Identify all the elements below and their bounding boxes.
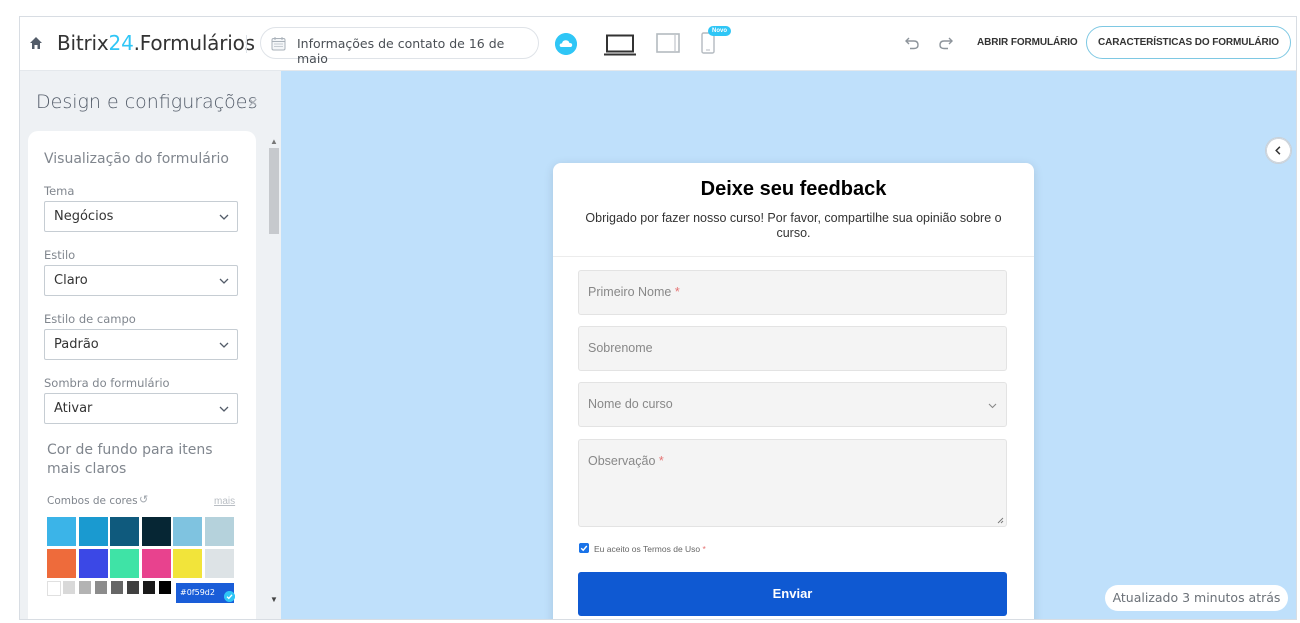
observation-placeholder: Observação * — [588, 454, 664, 468]
chevron-down-icon — [219, 214, 229, 220]
chevron-down-icon — [219, 278, 229, 284]
first-name-placeholder: Primeiro Nome * — [588, 285, 680, 299]
background-color-label: Cor de fundo para itens mais claros — [47, 442, 213, 477]
first-name-field[interactable]: Primeiro Nome * — [578, 270, 1007, 315]
scroll-up-arrow-icon[interactable]: ▲ — [270, 137, 278, 146]
observation-textarea[interactable]: Observação * — [578, 439, 1007, 527]
chevron-down-icon — [219, 342, 229, 348]
gray-swatch[interactable] — [47, 581, 61, 596]
color-swatch[interactable] — [173, 549, 202, 578]
style-value: Claro — [54, 273, 88, 288]
course-name-placeholder: Nome do curso — [588, 397, 673, 411]
form-subtitle: Obrigado por fazer nosso curso! Por favo… — [585, 211, 1002, 240]
field-style-value: Padrão — [54, 337, 99, 352]
color-swatch[interactable] — [110, 549, 139, 578]
scroll-thumb[interactable] — [269, 148, 279, 234]
gray-swatch[interactable] — [111, 581, 123, 594]
form-preview-heading: Visualização do formulário — [44, 151, 230, 167]
gray-swatch[interactable] — [159, 581, 171, 594]
color-swatch[interactable] — [78, 517, 108, 546]
tablet-icon[interactable] — [656, 33, 680, 53]
style-label: Estilo — [44, 248, 76, 262]
brand-logo: Bitrix24.Formulários — [57, 31, 255, 55]
style-select[interactable]: Claro — [44, 265, 238, 296]
chevron-down-icon — [988, 403, 997, 409]
settings-card: Visualização do formulário Tema Negócios… — [28, 131, 256, 619]
field-style-label: Estilo de campo — [44, 312, 136, 326]
check-icon — [224, 591, 235, 602]
color-swatch[interactable] — [141, 549, 171, 578]
theme-value: Negócios — [54, 209, 114, 224]
color-swatch[interactable] — [204, 517, 234, 546]
open-form-link[interactable]: ABRIR FORMULÁRIO — [977, 37, 1078, 48]
color-swatch[interactable] — [78, 549, 108, 578]
form-shadow-select[interactable]: Ativar — [44, 393, 238, 424]
submit-button[interactable]: Enviar — [578, 572, 1007, 616]
app-window: Bitrix24.Formulários Informações de cont… — [19, 16, 1297, 620]
terms-checkbox[interactable] — [579, 543, 589, 553]
undo-icon[interactable] — [904, 35, 920, 51]
top-toolbar: Bitrix24.Formulários Informações de cont… — [20, 17, 1296, 71]
calendar-icon — [271, 37, 286, 51]
close-icon[interactable]: × — [248, 93, 258, 113]
new-badge: Novo — [708, 26, 731, 36]
brand-divider — [246, 35, 247, 53]
theme-label: Tema — [44, 184, 75, 198]
color-swatch[interactable] — [204, 549, 234, 578]
form-title: Deixe seu feedback — [700, 178, 887, 200]
color-swatch[interactable] — [173, 517, 202, 546]
color-swatch[interactable] — [110, 517, 139, 546]
chevron-down-icon — [219, 406, 229, 412]
form-preview-card: Deixe seu feedback Obrigado por fazer no… — [553, 163, 1034, 619]
field-style-select[interactable]: Padrão — [44, 329, 238, 360]
color-combos-label: Combos de cores — [47, 495, 138, 507]
reset-icon[interactable]: ↺ — [139, 493, 148, 506]
panel-title: Design e configurações — [36, 91, 258, 113]
color-swatch[interactable] — [47, 549, 76, 578]
desktop-icon[interactable] — [604, 34, 636, 56]
collapse-panel-button[interactable] — [1265, 137, 1292, 164]
gray-swatch[interactable] — [95, 581, 107, 594]
form-shadow-label: Sombra do formulário — [44, 376, 170, 390]
more-colors-link[interactable]: mais — [214, 496, 235, 507]
course-name-select[interactable]: Nome do curso — [578, 382, 1007, 427]
gray-swatch[interactable] — [63, 581, 75, 594]
theme-select[interactable]: Negócios — [44, 201, 238, 232]
color-swatch[interactable] — [141, 517, 171, 546]
gray-swatch[interactable] — [127, 581, 139, 594]
scroll-down-arrow-icon[interactable]: ▼ — [270, 595, 278, 604]
last-name-placeholder: Sobrenome — [588, 341, 653, 355]
form-divider — [553, 256, 1034, 257]
last-name-field[interactable]: Sobrenome — [578, 326, 1007, 371]
color-swatch[interactable] — [47, 517, 76, 546]
resize-handle-icon[interactable] — [997, 517, 1004, 524]
home-icon[interactable] — [29, 36, 43, 50]
gray-swatch[interactable] — [143, 581, 155, 594]
design-settings-panel: Design e configurações × Visualização do… — [20, 71, 281, 619]
form-shadow-value: Ativar — [54, 401, 93, 416]
form-name-selector[interactable]: Informações de contato de 16 de maio — [260, 27, 539, 66]
gray-swatch[interactable] — [79, 581, 91, 594]
updated-status-badge: Atualizado 3 minutos atrás — [1105, 585, 1288, 611]
redo-icon[interactable] — [938, 35, 954, 51]
cloud-icon[interactable] — [555, 33, 577, 55]
form-name-text: Informações de contato de 16 de maio — [297, 36, 505, 66]
form-features-button[interactable]: CARACTERÍSTICAS DO FORMULÁRIO — [1086, 26, 1291, 59]
terms-label[interactable]: Eu aceito os Termos de Uso * — [594, 544, 706, 554]
